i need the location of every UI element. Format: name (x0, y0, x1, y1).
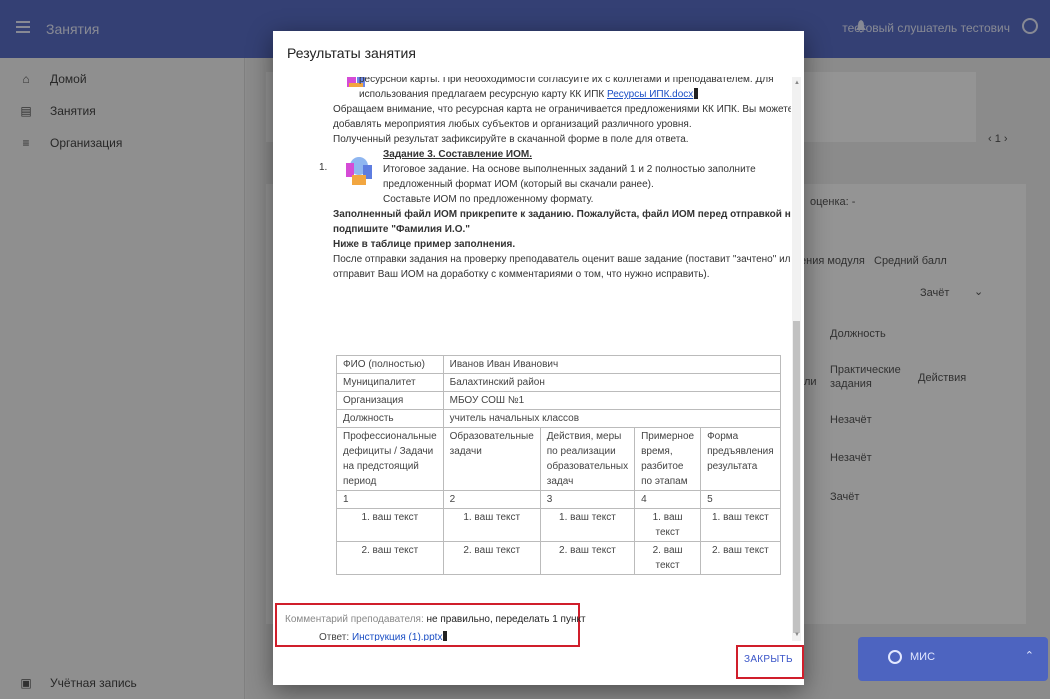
table-cell: Должность (336, 409, 444, 428)
table-cell: ФИО (полностью) (336, 355, 444, 374)
table-cell: 2. ваш текст (539, 541, 636, 575)
table-cell: Иванов Иван Иванович (442, 355, 781, 374)
teacher-comment: Комментарий преподавателя: не правильно,… (285, 614, 586, 625)
table-header: Образовательные задачи (442, 427, 541, 491)
table-cell: Организация (336, 391, 444, 410)
dialog-scroll-content[interactable]: ресурсной карты. При необходимости согла… (273, 77, 791, 641)
text-line: Составьте ИОМ по предложенному формату. (383, 194, 594, 205)
scroll-up-icon[interactable]: ▲ (794, 80, 800, 86)
text-line: использования предлагаем ресурсную карту… (333, 87, 783, 102)
task-heading: Задание 3. Составление ИОМ. (383, 149, 532, 160)
table-cell: 2. ваш текст (336, 541, 444, 575)
table-cell: Муниципалитет (336, 373, 444, 392)
table-cell: 1 (336, 490, 444, 509)
dialog-scrollbar[interactable]: ▲ ▼ (792, 77, 801, 641)
text-line: добавлять мероприятия любых субъектов и … (333, 119, 692, 130)
table-cell: 2. ваш текст (442, 541, 541, 575)
comment-value: не правильно, переделать 1 пункт (426, 614, 586, 625)
table-cell: Балахтинский район (442, 373, 781, 392)
table-cell: 1. ваш текст (634, 508, 702, 542)
table-cell: 2 (442, 490, 541, 509)
chat-label: МИС (910, 651, 936, 663)
text-line: предложенный формат ИОМ (который вы скач… (383, 179, 654, 190)
text-line: отправит Ваш ИОМ на доработку с коммента… (333, 269, 710, 280)
iom-example-table: ФИО (полностью) Иванов Иван Иванович Мун… (336, 355, 781, 575)
table-header: Форма предъявления результата (700, 427, 781, 491)
close-button[interactable]: ЗАКРЫТЬ (744, 654, 793, 665)
task-illustration-icon (346, 157, 372, 185)
chevron-up-icon[interactable]: ⌃ (1025, 649, 1034, 662)
table-header: Примерное время, разбитое по этапам (634, 427, 702, 491)
table-cell: 3 (539, 490, 636, 509)
table-cell: 2. ваш текст (700, 541, 781, 575)
text-line: Обращаем внимание, что ресурсная карта н… (333, 104, 791, 115)
table-cell: 1. ваш текст (336, 508, 444, 542)
scrollbar-thumb[interactable] (793, 321, 800, 633)
scroll-down-icon[interactable]: ▼ (794, 632, 800, 638)
text-line: Заполненный файл ИОМ прикрепите к задани… (333, 209, 791, 220)
table-cell: учитель начальных классов (442, 409, 781, 428)
table-cell: МБОУ СОШ №1 (442, 391, 781, 410)
text-line: ресурсной карты. При необходимости согла… (359, 77, 774, 85)
dialog-title: Результаты занятия (287, 45, 416, 61)
table-header: Действия, меры по реализации образовател… (539, 427, 636, 491)
chat-icon (888, 650, 902, 664)
table-cell: 1. ваш текст (539, 508, 636, 542)
list-number: 1. (319, 162, 328, 173)
text-line: Итоговое задание. На основе выполненных … (383, 164, 756, 175)
comment-label: Комментарий преподавателя: (285, 614, 424, 625)
table-cell: 1. ваш текст (700, 508, 781, 542)
table-cell: 5 (700, 490, 781, 509)
text-line: Полученный результат зафиксируйте в скач… (333, 134, 689, 145)
results-dialog: Результаты занятия ресурсной карты. При … (273, 31, 804, 685)
text-line: После отправки задания на проверку препо… (333, 254, 791, 265)
text-line: подпишите "Фамилия И.О." (333, 224, 471, 235)
text-line: Ниже в таблице пример заполнения. (333, 239, 516, 250)
table-cell: 2. ваш текст (634, 541, 702, 575)
resource-file-link[interactable]: Ресурсы ИПК.docx (607, 89, 693, 100)
table-header: Профессиональные дефициты / Задачи на пр… (336, 427, 444, 491)
table-cell: 4 (634, 490, 702, 509)
chat-widget[interactable]: МИС ⌃ (858, 637, 1048, 681)
comment-highlight (275, 603, 580, 647)
table-cell: 1. ваш текст (442, 508, 541, 542)
